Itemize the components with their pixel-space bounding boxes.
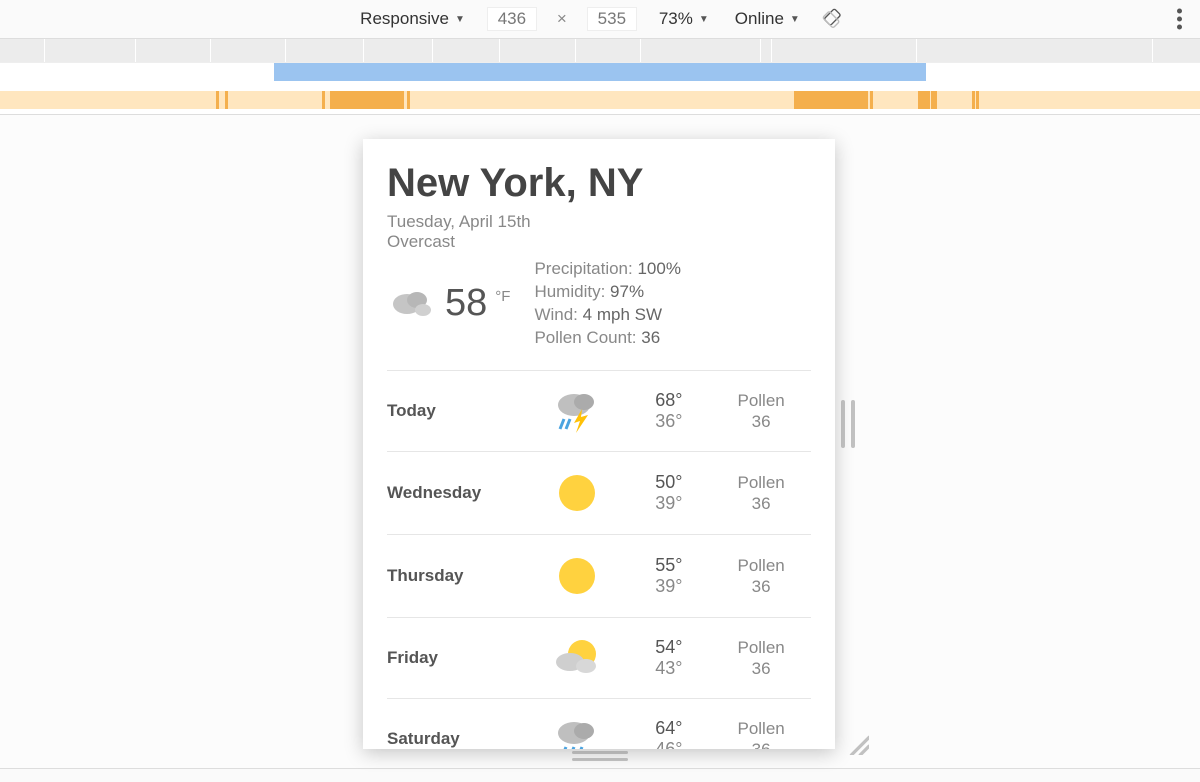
chevron-down-icon: ▼ [455, 14, 465, 25]
kebab-dot-icon [1177, 9, 1182, 14]
overcast-icon [387, 284, 437, 324]
kebab-dot-icon [1177, 17, 1182, 22]
device-frame: New York, NY Tuesday, April 15th Overcas… [363, 139, 835, 749]
forecast-low: 39° [626, 493, 711, 514]
forecast-day: Thursday [387, 566, 527, 586]
forecast-temps: 64°46° [626, 718, 711, 749]
throttle-select[interactable]: Online ▼ [731, 7, 804, 31]
forecast-temps: 68°36° [626, 390, 711, 432]
pollen-label: Pollen [711, 472, 811, 493]
detail-label: Precipitation: [534, 259, 632, 278]
forecast-day: Wednesday [387, 483, 527, 503]
detail-value: 100% [637, 259, 680, 278]
weather-card: New York, NY Tuesday, April 15th Overcas… [363, 139, 835, 749]
detail-label: Humidity: [534, 282, 605, 301]
device-toolbar: Responsive ▼ × 73% ▼ Online ▼ [0, 0, 1200, 38]
chevron-down-icon: ▼ [699, 14, 709, 25]
forecast-row: Wednesday 50°39°Pollen36 [387, 451, 811, 534]
location-heading: New York, NY [387, 161, 811, 206]
detail-row: Wind: 4 mph SW [534, 304, 681, 327]
forecast-high: 68° [626, 390, 711, 411]
current-details: Precipitation: 100%Humidity: 97%Wind: 4 … [534, 258, 681, 350]
forecast-day: Today [387, 401, 527, 421]
forecast-pollen: Pollen36 [711, 472, 811, 515]
resize-handle-corner[interactable] [847, 733, 869, 755]
kebab-dot-icon [1177, 25, 1182, 30]
date-text: Tuesday, April 15th [387, 212, 811, 232]
forecast-list: Today68°36°Pollen36Wednesday50°39°Pollen… [387, 370, 811, 749]
pollen-value: 36 [711, 493, 811, 514]
pollen-label: Pollen [711, 637, 811, 658]
pollen-value: 36 [711, 739, 811, 749]
forecast-temps: 50°39° [626, 472, 711, 514]
forecast-high: 55° [626, 555, 711, 576]
current-temp: 58 [445, 282, 487, 325]
ruler-track[interactable] [0, 39, 1200, 62]
pollen-value: 36 [711, 576, 811, 597]
device-canvas: New York, NY Tuesday, April 15th Overcas… [0, 115, 1200, 768]
throttle-label: Online [735, 9, 784, 29]
breakpoint-strip[interactable] [0, 62, 1200, 114]
rotate-icon [822, 8, 844, 30]
detail-row: Pollen Count: 36 [534, 327, 681, 350]
pollen-label: Pollen [711, 390, 811, 411]
forecast-row: Today 68°36°Pollen36 [387, 370, 811, 451]
forecast-pollen: Pollen36 [711, 555, 811, 598]
forecast-day: Friday [387, 648, 527, 668]
viewport-height-input[interactable] [587, 7, 637, 31]
temp-unit: °F [495, 288, 510, 305]
forecast-low: 43° [626, 658, 711, 679]
device-mode-select[interactable]: Responsive ▼ [356, 7, 469, 31]
detail-label: Wind: [534, 305, 577, 324]
more-options-button[interactable] [1177, 9, 1182, 30]
condition-text: Overcast [387, 232, 811, 252]
resize-handle-right[interactable] [841, 400, 855, 448]
detail-row: Precipitation: 100% [534, 258, 681, 281]
zoom-select[interactable]: 73% ▼ [655, 7, 713, 31]
forecast-temps: 55°39° [626, 555, 711, 597]
forecast-temps: 54°43° [626, 637, 711, 679]
forecast-high: 54° [626, 637, 711, 658]
zoom-label: 73% [659, 9, 693, 29]
forecast-sun-icon [527, 553, 627, 599]
pollen-label: Pollen [711, 555, 811, 576]
footer-bar [0, 768, 1200, 782]
forecast-low: 39° [626, 576, 711, 597]
rotate-button[interactable] [822, 8, 844, 30]
detail-value: 4 mph SW [583, 305, 662, 324]
detail-row: Humidity: 97% [534, 281, 681, 304]
forecast-pollen: Pollen36 [711, 718, 811, 750]
forecast-high: 64° [626, 718, 711, 739]
forecast-storm-icon [527, 389, 627, 433]
forecast-low: 36° [626, 411, 711, 432]
forecast-pollen: Pollen36 [711, 637, 811, 680]
detail-value: 97% [610, 282, 644, 301]
forecast-day: Saturday [387, 729, 527, 749]
breakpoint-ruler [0, 38, 1200, 115]
pollen-value: 36 [711, 658, 811, 679]
device-mode-label: Responsive [360, 9, 449, 29]
resize-handle-bottom[interactable] [572, 751, 628, 761]
dimension-separator: × [555, 9, 569, 29]
forecast-pollen: Pollen36 [711, 390, 811, 433]
forecast-row: Saturday 64°46°Pollen36 [387, 698, 811, 749]
forecast-high: 50° [626, 472, 711, 493]
forecast-showers-icon [527, 717, 627, 749]
pollen-label: Pollen [711, 718, 811, 739]
detail-value: 36 [641, 328, 660, 347]
current-temp-block: 58 °F [387, 258, 510, 350]
forecast-row: Friday 54°43°Pollen36 [387, 617, 811, 698]
forecast-partly-icon [527, 636, 627, 680]
forecast-sun-icon [527, 470, 627, 516]
chevron-down-icon: ▼ [790, 14, 800, 25]
pollen-value: 36 [711, 411, 811, 432]
viewport-width-input[interactable] [487, 7, 537, 31]
detail-label: Pollen Count: [534, 328, 636, 347]
forecast-row: Thursday 55°39°Pollen36 [387, 534, 811, 617]
forecast-low: 46° [626, 739, 711, 749]
